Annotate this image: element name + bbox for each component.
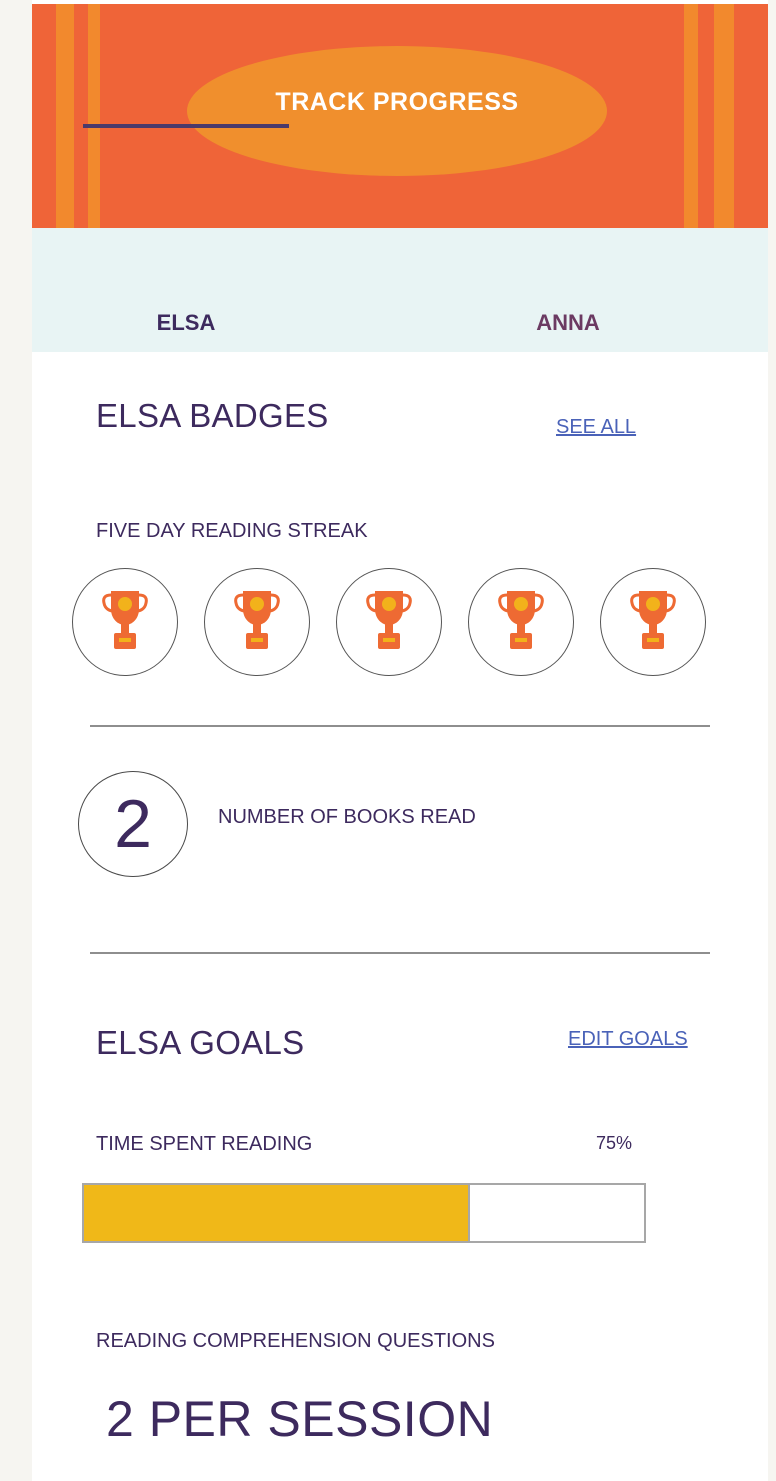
books-count-circle: 2 <box>78 771 188 877</box>
banner-stripe <box>88 4 100 228</box>
badges-title: ELSA BADGES <box>96 397 329 434</box>
comprehension-value: 2 PER SESSION <box>106 1391 494 1447</box>
banner-stripe <box>684 4 698 228</box>
page-title: TRACK PROGRESS <box>275 87 519 116</box>
time-reading-label: TIME SPENT READING <box>96 1133 313 1155</box>
app-screen: TRACK PROGRESS ELSA ANNA ELSA BADGES SEE… <box>32 0 768 1481</box>
trophy-icon <box>102 587 148 658</box>
trophy-icon <box>366 587 412 658</box>
see-all-link[interactable]: SEE ALL <box>556 416 636 439</box>
badge-item[interactable] <box>336 568 442 676</box>
header-banner: TRACK PROGRESS <box>32 4 768 228</box>
books-label: NUMBER OF BOOKS READ <box>218 806 476 828</box>
time-reading-progress-bar <box>82 1183 646 1243</box>
streak-label: FIVE DAY READING STREAK <box>96 520 368 542</box>
banner-stripe <box>56 4 74 228</box>
badge-item[interactable] <box>600 568 706 676</box>
comprehension-label: READING COMPREHENSION QUESTIONS <box>96 1330 495 1352</box>
tab-anna[interactable]: ANNA <box>465 306 671 340</box>
edit-goals-link[interactable]: EDIT GOALS <box>568 1028 688 1051</box>
tab-elsa[interactable]: ELSA <box>83 306 289 340</box>
divider <box>90 725 710 727</box>
goals-title: ELSA GOALS <box>96 1024 305 1061</box>
badge-row <box>72 568 706 680</box>
time-reading-progress-fill <box>84 1185 471 1241</box>
trophy-icon <box>630 587 676 658</box>
active-tab-indicator <box>83 124 289 128</box>
divider <box>90 952 710 954</box>
trophy-icon <box>498 587 544 658</box>
badge-item[interactable] <box>468 568 574 676</box>
trophy-icon <box>234 587 280 658</box>
badge-item[interactable] <box>72 568 178 676</box>
banner-stripe <box>714 4 734 228</box>
profile-tabs: ELSA ANNA <box>32 228 768 352</box>
time-reading-percent: 75% <box>596 1133 633 1153</box>
badge-item[interactable] <box>204 568 310 676</box>
books-count: 2 <box>114 786 152 862</box>
